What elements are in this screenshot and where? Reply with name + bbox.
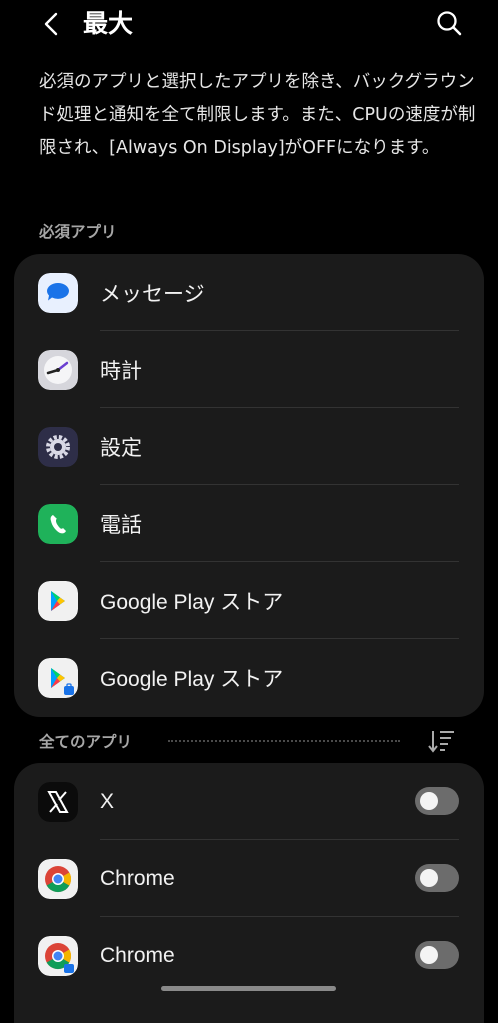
list-item-chrome[interactable]: Chrome — [14, 840, 484, 917]
app-toggle[interactable] — [415, 864, 459, 892]
google-play-work-icon — [38, 658, 78, 698]
app-name: Chrome — [100, 943, 175, 967]
chevron-left-icon — [44, 12, 58, 36]
list-item-clock[interactable]: 時計 — [14, 331, 484, 408]
app-name: Google Play ストア — [100, 667, 284, 691]
app-name: Chrome — [100, 866, 175, 890]
list-item-chrome-work[interactable]: Chrome — [14, 917, 484, 994]
app-name: メッセージ — [100, 282, 205, 306]
sort-icon — [428, 731, 454, 753]
top-app-bar: 最大 — [0, 0, 498, 50]
toggle-knob — [420, 946, 438, 964]
list-item-google-play-work[interactable]: Google Play ストア — [14, 639, 484, 716]
search-button[interactable] — [432, 6, 466, 40]
app-name: 設定 — [100, 436, 142, 460]
messages-icon — [38, 273, 78, 313]
app-toggle[interactable] — [415, 941, 459, 969]
back-button[interactable] — [34, 4, 70, 44]
x-icon — [38, 782, 78, 822]
toggle-knob — [420, 792, 438, 810]
list-item-phone[interactable]: 電話 — [14, 485, 484, 562]
google-play-icon — [38, 581, 78, 621]
toggle-knob — [420, 869, 438, 887]
mode-description: 必須のアプリと選択したアプリを除き、バックグラウンド処理と通知を全て制限します。… — [39, 72, 476, 158]
all-apps-header: 全てのアプリ — [39, 733, 133, 751]
required-apps-card: メッセージ 時計 設定 電話 Google Play ストア Google Pl — [14, 254, 484, 717]
app-name: 時計 — [100, 359, 142, 383]
required-apps-header: 必須アプリ — [39, 223, 117, 241]
home-indicator[interactable] — [161, 986, 336, 991]
page-title: 最大 — [83, 9, 134, 38]
phone-icon — [38, 504, 78, 544]
sort-button[interactable] — [424, 723, 460, 759]
app-toggle[interactable] — [415, 787, 459, 815]
settings-gear-icon — [38, 427, 78, 467]
all-apps-card: X Chrome Chrome — [14, 763, 484, 1023]
clock-icon — [38, 350, 78, 390]
chrome-icon — [38, 859, 78, 899]
app-name: Google Play ストア — [100, 590, 284, 614]
chrome-work-icon — [38, 936, 78, 976]
list-item-messages[interactable]: メッセージ — [14, 254, 484, 331]
list-item-settings[interactable]: 設定 — [14, 408, 484, 485]
list-item-google-play[interactable]: Google Play ストア — [14, 562, 484, 639]
app-name: X — [100, 789, 115, 813]
section-dotted-divider — [168, 740, 400, 742]
list-item-x[interactable]: X — [14, 763, 484, 840]
search-icon — [437, 11, 462, 36]
app-name: 電話 — [100, 513, 142, 537]
